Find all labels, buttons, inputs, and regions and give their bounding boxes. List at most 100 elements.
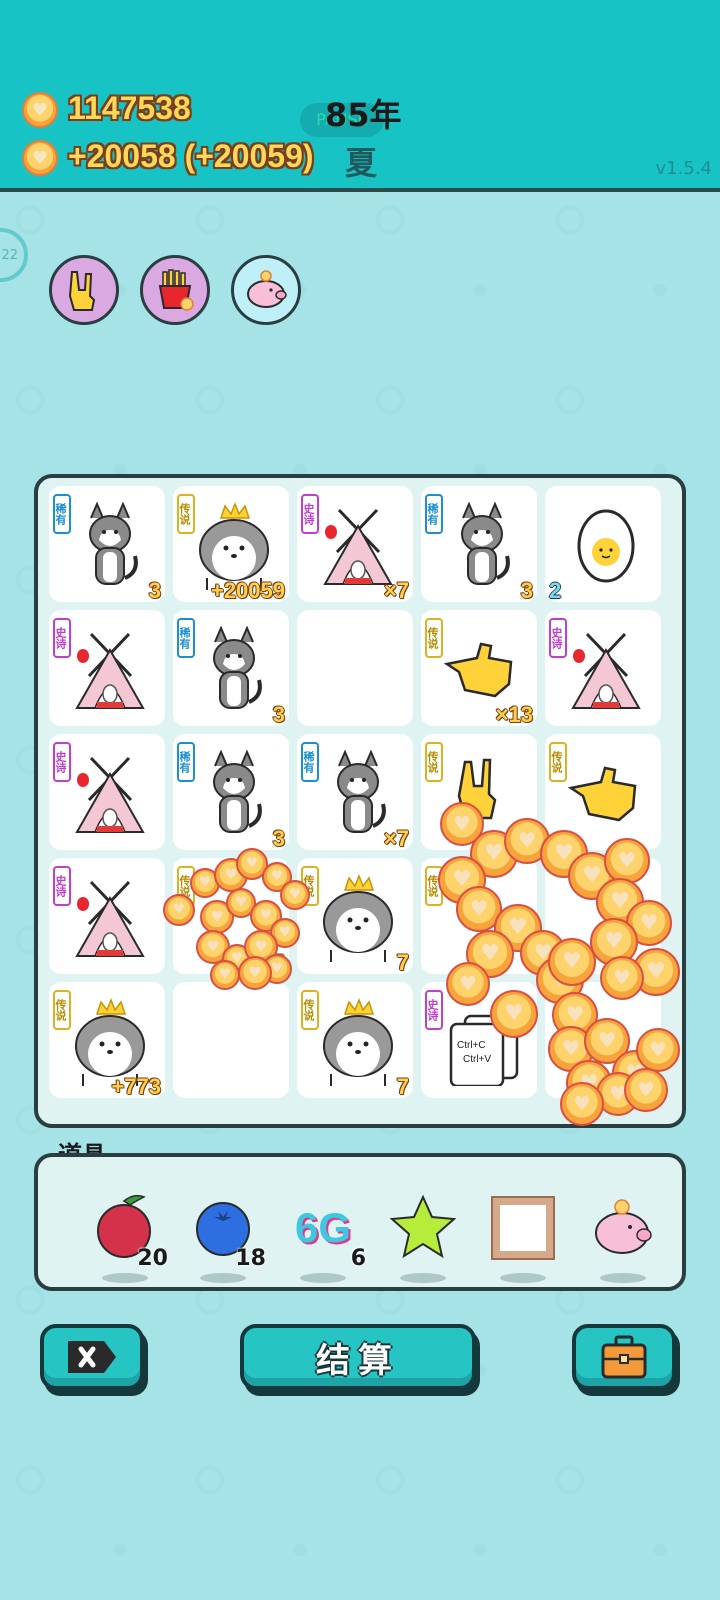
board-cell[interactable]: 史诗: [49, 858, 165, 974]
rarity-tag: 史诗: [549, 618, 567, 658]
board-cell[interactable]: 传说 ×13: [421, 610, 537, 727]
heart-coin-icon: [624, 1068, 668, 1112]
board-cell[interactable]: 稀有 3: [173, 610, 289, 727]
item-count: 3: [272, 826, 285, 851]
settle-button-label: 结算: [316, 1340, 400, 1381]
rarity-tag: 史诗: [425, 990, 443, 1030]
item-count: ×13: [495, 702, 533, 727]
tent-icon: [69, 624, 151, 714]
buff-fries[interactable]: [140, 255, 210, 325]
tool-shadow: [500, 1273, 546, 1283]
coin-icon: ♥: [22, 140, 58, 176]
heart-coin-icon: [163, 894, 195, 926]
board-cell[interactable]: 传说 +773: [49, 982, 165, 1099]
rarity-tag: 传说: [177, 494, 195, 534]
frame-icon: [488, 1193, 558, 1267]
version-label: v1.5.4: [655, 158, 712, 179]
king-husky-icon: [317, 872, 399, 962]
husky-icon: [193, 748, 275, 838]
rarity-tag: 传说: [301, 990, 319, 1030]
6g-icon: 6G: [294, 1204, 352, 1251]
briefcase-button[interactable]: [572, 1324, 676, 1390]
tool-shadow: [300, 1273, 346, 1283]
board-cell[interactable]: 稀有 3: [49, 486, 165, 603]
rarity-tag: 传说: [425, 742, 443, 782]
heart-coin-icon: [600, 956, 644, 1000]
close-tag-icon: [68, 1341, 116, 1373]
item-count: 2: [549, 578, 562, 603]
tool-shadow: [400, 1273, 446, 1283]
piggy-bank-icon: [247, 270, 287, 308]
board-cell[interactable]: 史诗: [49, 734, 165, 850]
income-rate: +20058 (+20059): [68, 138, 314, 174]
6g-tool[interactable]: 6G 6: [288, 1193, 366, 1283]
top-bar: ♥ 1147538 ♥ +20058 (+20059) PAUSE 85年 夏 …: [0, 0, 720, 192]
rarity-tag: 史诗: [53, 742, 71, 782]
rarity-tag: 史诗: [53, 618, 71, 658]
heart-coin-icon: [548, 938, 596, 986]
tools-panel: 20 18 6G 6: [34, 1153, 686, 1291]
husky-icon: [441, 500, 523, 590]
tool-count: 18: [235, 1246, 266, 1271]
board-cell[interactable]: 稀有 ×7: [297, 734, 413, 851]
item-count: 3: [520, 578, 533, 603]
star-tool[interactable]: [388, 1193, 458, 1283]
heart-coin-icon: [238, 956, 272, 990]
egg-icon: [565, 500, 647, 590]
frame-tool[interactable]: [488, 1193, 558, 1283]
heart-coin-icon: [604, 838, 650, 884]
hand-icon: [441, 624, 523, 714]
discard-button[interactable]: [40, 1324, 144, 1390]
lychee-tool[interactable]: 20: [90, 1193, 168, 1283]
board-cell[interactable]: 稀有 3: [173, 734, 289, 851]
hand-icon: [565, 748, 647, 838]
tool-shadow: [102, 1273, 148, 1283]
item-count: +773: [111, 1074, 161, 1099]
rarity-tag: 稀有: [301, 742, 319, 782]
year-label: 85年: [325, 96, 402, 134]
rarity-tag: 稀有: [425, 494, 443, 534]
board-cell[interactable]: 传说 +20059: [173, 486, 289, 603]
king-husky-icon: [193, 500, 275, 590]
buff-piggy-bank[interactable]: [231, 255, 301, 325]
board-cell[interactable]: 稀有 3: [421, 486, 537, 603]
board-cell[interactable]: 传说 7: [297, 858, 413, 975]
rock-hand-icon: [68, 271, 96, 311]
tent-icon: [69, 748, 151, 838]
rarity-tag: 传说: [53, 990, 71, 1030]
heart-coin-icon: [490, 990, 538, 1038]
tool-count: 6: [350, 1246, 366, 1271]
rarity-tag: 史诗: [301, 494, 319, 534]
settle-button[interactable]: 结算: [240, 1324, 476, 1390]
husky-icon: [193, 624, 275, 714]
board-cell[interactable]: 史诗: [49, 610, 165, 726]
item-count: 7: [396, 1074, 409, 1099]
buff-rock-hand[interactable]: [49, 255, 119, 325]
tool-shadow: [600, 1273, 646, 1283]
board-cell[interactable]: [173, 982, 289, 1098]
item-count: 3: [148, 578, 161, 603]
blueberry-tool[interactable]: 18: [188, 1193, 266, 1283]
heart-coin-icon: [560, 1082, 604, 1126]
rarity-tag: 传说: [549, 742, 567, 782]
item-count: ×7: [383, 826, 409, 851]
board-cell[interactable]: 传说 7: [297, 982, 413, 1099]
heart-coin-icon: [210, 960, 240, 990]
tool-count: 20: [137, 1246, 168, 1271]
board-cell[interactable]: 史诗: [545, 610, 661, 726]
tool-shadow: [200, 1273, 246, 1283]
rarity-tag: 稀有: [177, 742, 195, 782]
money-total: 1147538: [68, 90, 191, 126]
tent-icon: [69, 872, 151, 962]
board-cell[interactable]: 2: [545, 486, 661, 603]
rarity-tag: 传说: [425, 618, 443, 658]
tent-icon: [317, 500, 399, 590]
tent-icon: [565, 624, 647, 714]
rarity-tag: 史诗: [53, 866, 71, 906]
piggy-tool[interactable]: [588, 1193, 658, 1283]
board-cell[interactable]: [297, 610, 413, 726]
king-husky-icon: [317, 996, 399, 1086]
item-count: 3: [272, 702, 285, 727]
piggy-icon: [588, 1193, 658, 1267]
board-cell[interactable]: 史诗 ×7: [297, 486, 413, 603]
